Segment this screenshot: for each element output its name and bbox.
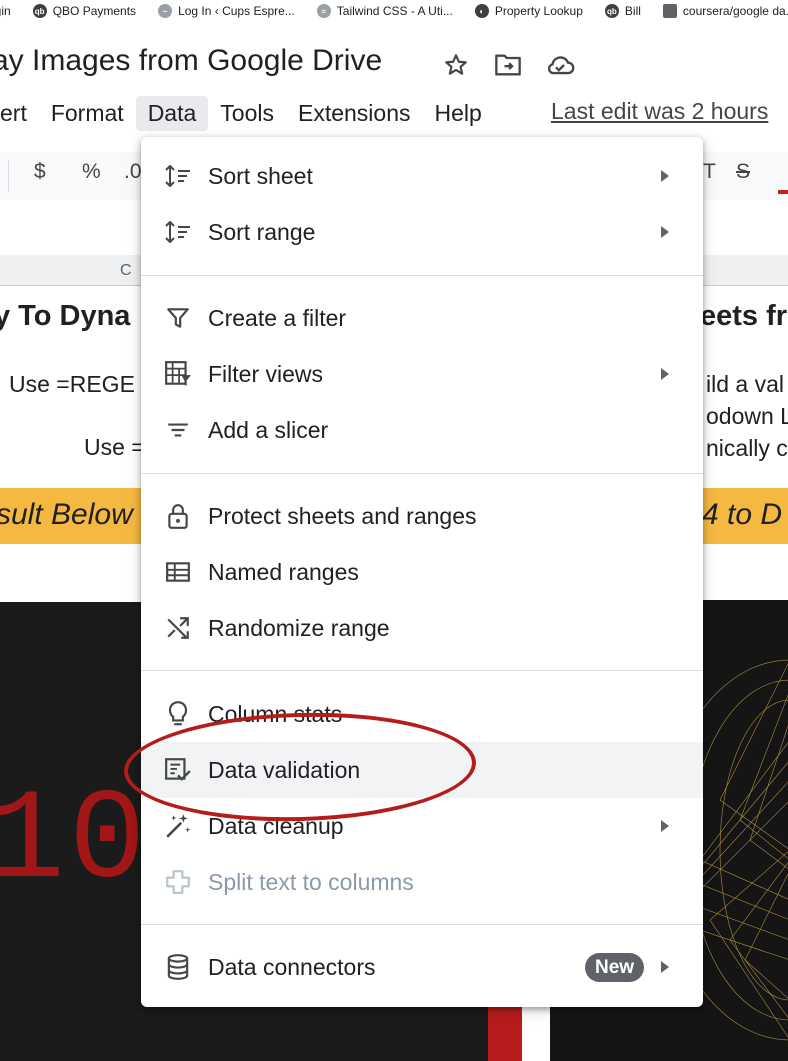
submenu-arrow-icon (661, 226, 669, 238)
menu-item-named-ranges[interactable]: Named ranges (141, 544, 703, 600)
decrease-decimal-button[interactable]: .0 (124, 160, 142, 184)
split-columns-icon (163, 867, 193, 897)
bookmark-folder-icon (662, 4, 677, 18)
move-to-folder-icon[interactable] (493, 50, 523, 80)
sort-icon (163, 217, 193, 247)
bookmark-login[interactable]: ogin (0, 4, 11, 18)
bookmarks-bar: ogin qb QBO Payments ~ Log In ‹ Cups Esp… (0, 0, 788, 22)
currency-format-button[interactable]: $ (34, 160, 46, 184)
bookmark-bill[interactable]: qb Bill (604, 4, 641, 18)
menu-bar: ert Format Data Tools Extensions Help (0, 92, 494, 134)
submenu-arrow-icon (661, 820, 669, 832)
quickbooks-icon: qb (604, 4, 619, 18)
bookmark-qbo-payments[interactable]: qb QBO Payments (32, 4, 137, 18)
menu-divider (141, 275, 703, 276)
database-icon (163, 952, 193, 982)
cloud-saved-icon[interactable] (545, 50, 575, 80)
menu-data[interactable]: Data (135, 95, 209, 131)
text-color-indicator (778, 190, 788, 194)
menu-item-sort-range[interactable]: Sort range (141, 204, 703, 260)
doc-title[interactable]: ay Images from Google Drive (0, 44, 382, 78)
submenu-arrow-icon (661, 368, 669, 380)
bookmark-label: Tailwind CSS - A Uti... (336, 4, 453, 18)
menu-item-randomize-range[interactable]: Randomize range (141, 600, 703, 656)
cups-icon: ~ (158, 4, 173, 18)
filter-views-icon (163, 359, 193, 389)
bookmark-property-lookup[interactable]: ◐ Property Lookup (474, 4, 583, 18)
bookmark-label: Property Lookup (494, 4, 583, 18)
menu-item-split-text-to-columns[interactable]: Split text to columns (141, 854, 703, 910)
bookmark-cups-espresso[interactable]: ~ Log In ‹ Cups Espre... (158, 4, 295, 18)
shuffle-icon (163, 613, 193, 643)
menu-format[interactable]: Format (39, 96, 136, 131)
menu-item-label: Create a filter (208, 304, 347, 331)
menu-item-label: Add a slicer (208, 416, 329, 443)
sort-icon (163, 161, 193, 191)
menu-item-label: Split text to columns (208, 868, 414, 895)
menu-item-label: Sort range (208, 218, 316, 245)
filter-icon (163, 303, 193, 333)
bookmark-label: Log In ‹ Cups Espre... (178, 4, 295, 18)
new-badge: New (585, 953, 645, 982)
bookmark-coursera[interactable]: coursera/google da... (662, 4, 788, 18)
column-header-c[interactable]: C (120, 262, 132, 280)
cell-text: Use =REGE (9, 371, 135, 397)
tailwind-icon: ≈ (316, 4, 331, 18)
sheet-heading-right: eets fr (700, 300, 788, 332)
cell-text: Use = (84, 434, 145, 460)
menu-item-label: Data connectors (208, 953, 376, 980)
lock-icon (163, 501, 193, 531)
submenu-arrow-icon (661, 170, 669, 182)
bookmark-label: ogin (0, 4, 11, 18)
last-edit-link[interactable]: Last edit was 2 hours (551, 98, 768, 125)
menu-item-add-slicer[interactable]: Add a slicer (141, 402, 703, 458)
menu-divider (141, 670, 703, 671)
menu-item-label: Protect sheets and ranges (208, 502, 477, 529)
menu-divider (141, 924, 703, 925)
bookmark-tailwind[interactable]: ≈ Tailwind CSS - A Uti... (316, 4, 453, 18)
toolbar-divider (8, 160, 9, 192)
menu-extensions[interactable]: Extensions (286, 96, 423, 131)
quickbooks-icon: qb (32, 4, 47, 18)
bookmark-label: Bill (624, 4, 641, 18)
data-menu-dropdown: Sort sheet Sort range Create a filter Fi… (141, 137, 703, 1007)
menu-item-create-filter[interactable]: Create a filter (141, 290, 703, 346)
globe-icon: ◐ (474, 4, 489, 18)
menu-item-sort-sheet[interactable]: Sort sheet (141, 148, 703, 204)
menu-item-label: Filter views (208, 360, 324, 387)
menu-item-label: Randomize range (208, 614, 390, 641)
star-icon[interactable] (441, 50, 471, 80)
sheet-heading-left: y To Dyna (0, 300, 131, 332)
slicer-icon (163, 415, 193, 445)
result-label-left: sult Below (0, 498, 133, 531)
menu-divider (141, 473, 703, 474)
submenu-arrow-icon (661, 961, 669, 973)
named-ranges-icon (163, 557, 193, 587)
menu-item-label: Named ranges (208, 558, 359, 585)
cell-text: ild a val (706, 371, 784, 397)
menu-help[interactable]: Help (423, 96, 494, 131)
menu-insert[interactable]: ert (0, 96, 39, 131)
percent-format-button[interactable]: % (82, 160, 101, 184)
result-label-right: 4 to D (702, 498, 783, 531)
lightbulb-icon (163, 699, 193, 729)
cell-text: odown L (706, 403, 788, 429)
text-color-button[interactable]: T (703, 160, 716, 184)
magic-wand-icon (163, 811, 193, 841)
menu-item-protect-sheets[interactable]: Protect sheets and ranges (141, 488, 703, 544)
image-red-strip (488, 1000, 522, 1061)
menu-item-filter-views[interactable]: Filter views (141, 346, 703, 402)
strikethrough-button[interactable]: S (736, 160, 750, 184)
menu-item-data-connectors[interactable]: Data connectors New (141, 939, 703, 995)
bookmark-label: QBO Payments (52, 4, 137, 18)
menu-item-label: Sort sheet (208, 162, 313, 189)
menu-tools[interactable]: Tools (208, 96, 286, 131)
bookmark-label: coursera/google da... (682, 4, 788, 18)
cell-text: nically cr (706, 435, 788, 461)
